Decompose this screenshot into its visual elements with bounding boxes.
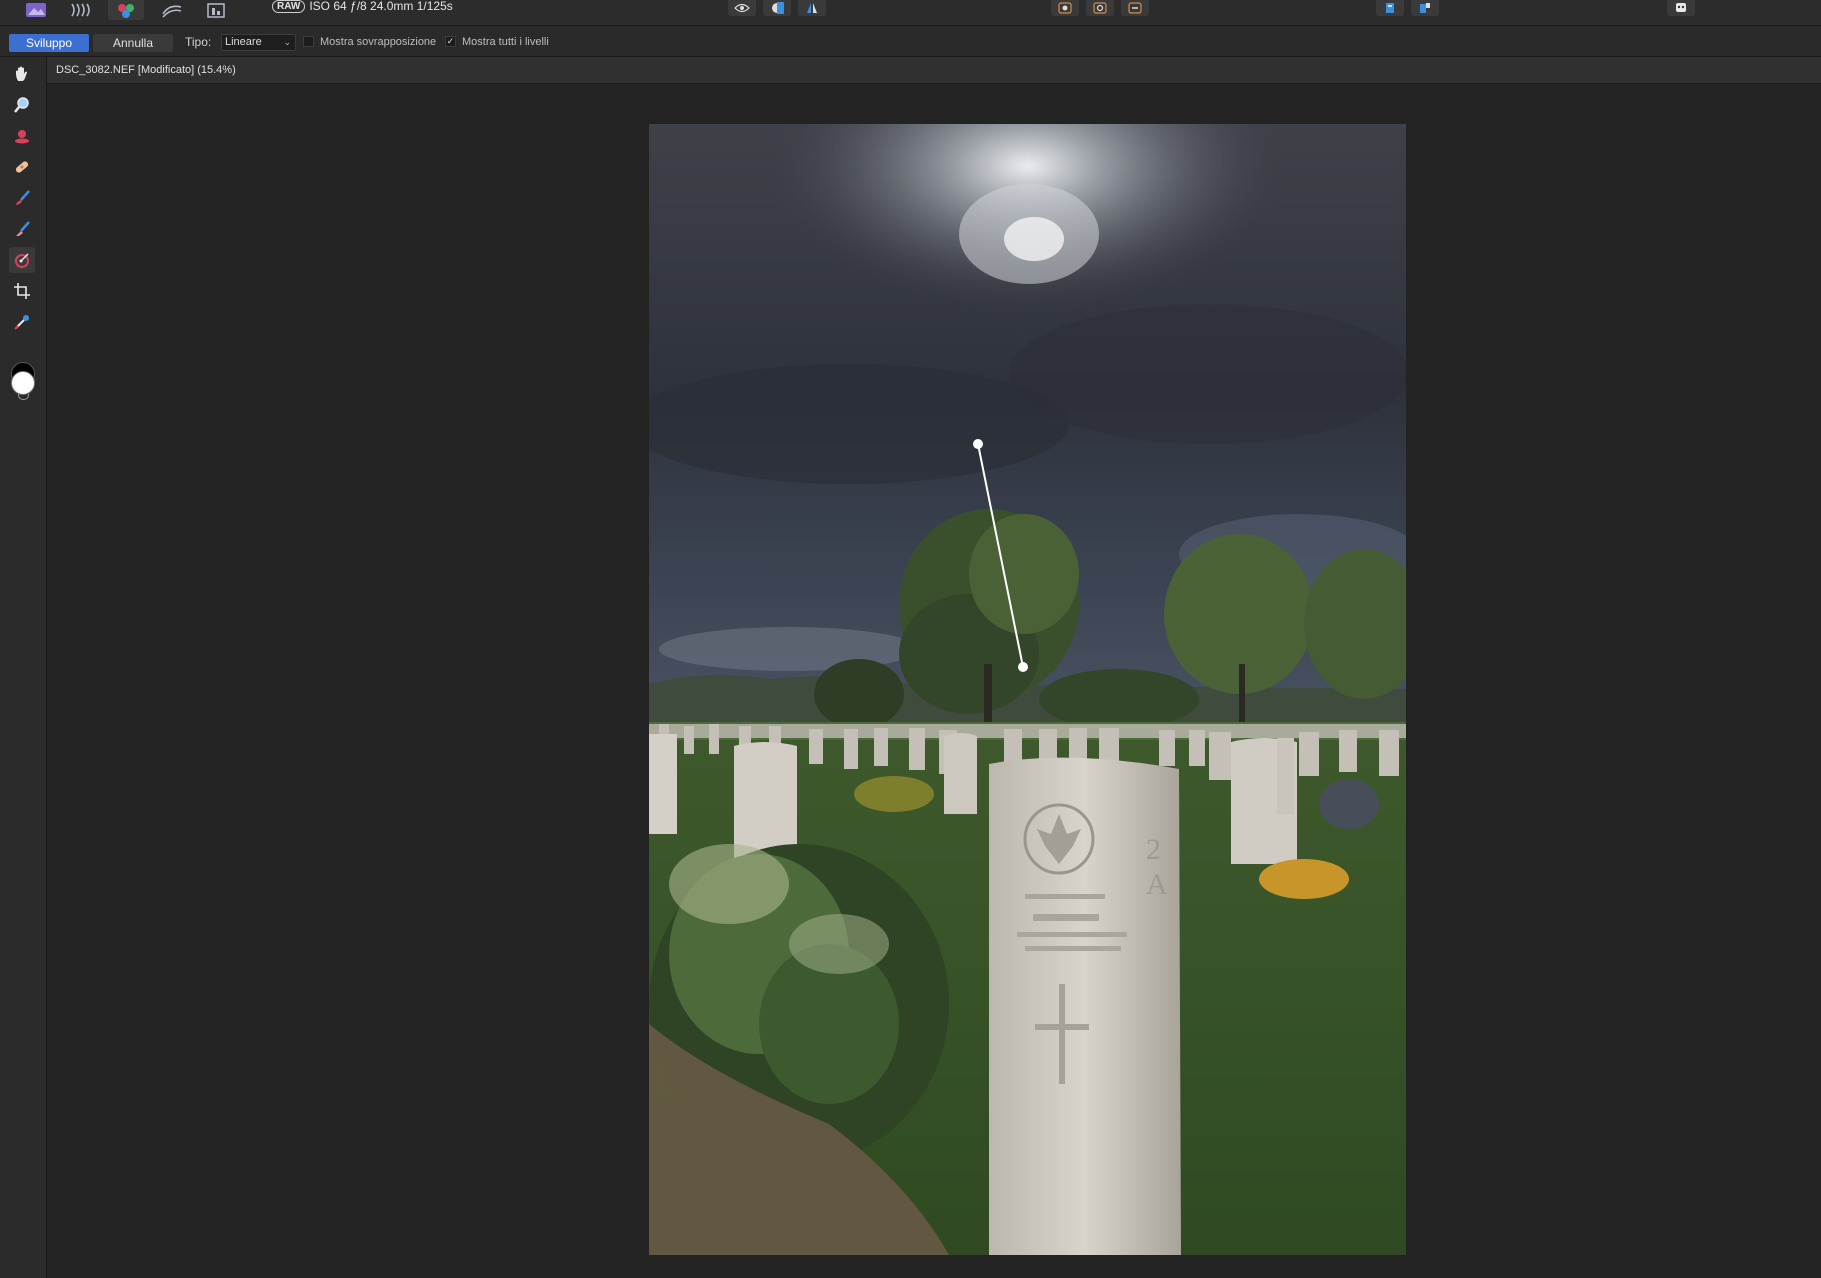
preview-eye-icon[interactable] xyxy=(728,0,756,16)
develop-persona-icon[interactable] xyxy=(108,0,144,20)
split-view-icon[interactable] xyxy=(763,0,791,16)
color-swatches[interactable] xyxy=(10,362,36,402)
type-label: Tipo: xyxy=(185,35,212,49)
mirror-view-icon[interactable] xyxy=(798,0,826,16)
document-title: DSC_3082.NEF [Modificato] (15.4%) xyxy=(56,64,236,76)
chevron-down-icon: ⌄ xyxy=(283,37,291,47)
main-headstone: 2 A xyxy=(989,757,1181,1255)
type-select-value: Lineare xyxy=(225,36,262,48)
headstone-left xyxy=(649,734,677,834)
red-eye-tool-icon[interactable] xyxy=(9,123,35,149)
document-tab[interactable]: DSC_3082.NEF [Modificato] (15.4%) xyxy=(47,57,1821,84)
brush-tool-icon[interactable] xyxy=(9,185,35,211)
white-balance-tool-icon[interactable] xyxy=(9,309,35,335)
svg-text:2: 2 xyxy=(1146,833,1161,866)
hand-tool-icon[interactable] xyxy=(9,61,35,87)
top-toolbar: RAW ISO 64 ƒ/8 24.0mm 1/125s xyxy=(0,0,1821,26)
tools-panel xyxy=(0,57,47,1278)
swap-colors-icon[interactable] xyxy=(18,394,29,400)
exif-readout: ISO 64 ƒ/8 24.0mm 1/125s xyxy=(309,0,453,13)
show-all-layers-checkbox[interactable]: ✓ xyxy=(445,36,456,47)
auto-levels-icon[interactable] xyxy=(1051,0,1079,16)
auto-colors-icon[interactable] xyxy=(1121,0,1149,16)
photo-persona-icon[interactable] xyxy=(18,0,54,20)
overlay-gradient-tool-icon[interactable] xyxy=(9,247,35,273)
zoom-tool-icon[interactable] xyxy=(9,92,35,118)
crop-tool-icon[interactable] xyxy=(9,278,35,304)
type-select[interactable]: Lineare ⌄ xyxy=(221,34,296,51)
yellow-flowers xyxy=(1259,859,1349,899)
tone-mapping-persona-icon[interactable] xyxy=(154,0,190,20)
raw-info: RAW ISO 64 ƒ/8 24.0mm 1/125s xyxy=(272,0,453,13)
show-overlay-label: Mostra sovrapposizione xyxy=(320,36,437,48)
auto-contrast-icon[interactable] xyxy=(1086,0,1114,16)
photo-canvas[interactable]: 2 A xyxy=(649,124,1406,1255)
erase-tool-icon[interactable] xyxy=(9,216,35,242)
liquify-persona-icon[interactable] xyxy=(62,0,98,20)
assistant-robot-icon[interactable] xyxy=(1667,0,1695,16)
export-persona-icon[interactable] xyxy=(198,0,234,20)
show-all-layers-label: Mostra tutti i livelli xyxy=(462,36,549,48)
show-overlay-checkbox[interactable] xyxy=(303,36,314,47)
context-toolbar: Sviluppo Annulla Tipo: Lineare ⌄ Mostra … xyxy=(0,26,1821,57)
assistant-icon[interactable] xyxy=(1376,0,1404,16)
snapping-icon[interactable] xyxy=(1411,0,1439,16)
gradient-end-handle[interactable] xyxy=(1018,662,1028,672)
svg-text:A: A xyxy=(1146,868,1168,901)
raw-badge: RAW xyxy=(272,0,306,13)
blemish-tool-icon[interactable] xyxy=(9,154,35,180)
foreground-color-swatch[interactable] xyxy=(11,371,35,395)
gradient-start-handle[interactable] xyxy=(973,439,983,449)
develop-button[interactable]: Sviluppo xyxy=(9,34,89,52)
undo-button[interactable]: Annulla xyxy=(93,34,173,52)
